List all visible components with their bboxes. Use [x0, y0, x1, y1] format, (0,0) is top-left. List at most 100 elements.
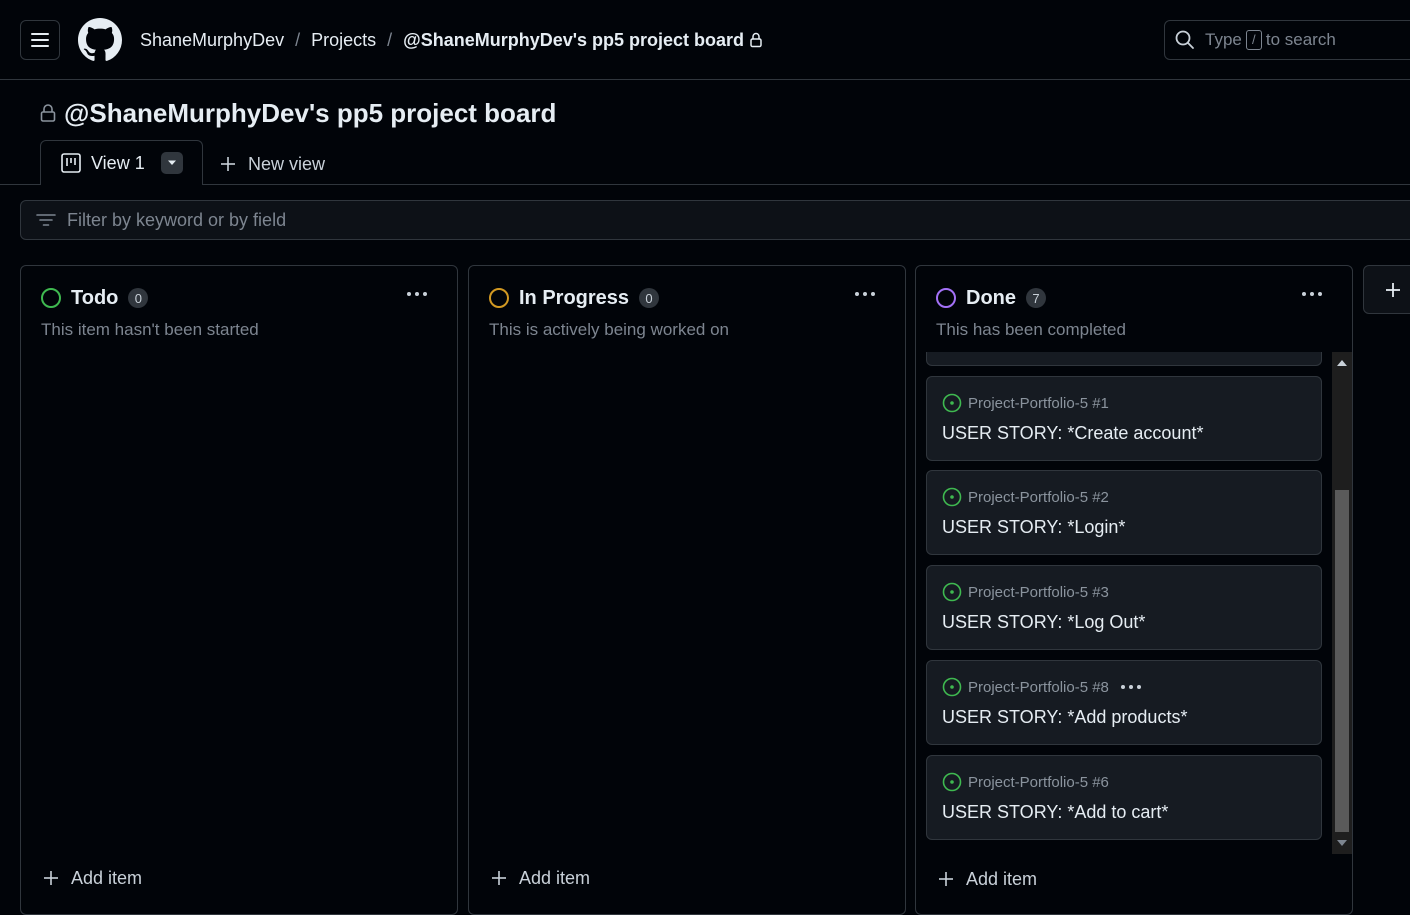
- card-title[interactable]: USER STORY: *Log Out*: [942, 612, 1145, 633]
- lock-icon: [40, 103, 56, 123]
- add-column-button[interactable]: [1363, 265, 1410, 314]
- kebab-dot: [855, 292, 859, 296]
- column-description: This is actively being worked on: [489, 320, 730, 339]
- column-done: Done 7 This has been completed Project-P…: [915, 265, 1353, 915]
- issue-card[interactable]: Project-Portfolio-5 #2 USER STORY: *Logi…: [926, 470, 1322, 555]
- status-circle-icon: [936, 288, 956, 308]
- issue-opened-icon: [942, 772, 962, 792]
- search-placeholder-prefix: Type: [1205, 30, 1242, 49]
- column-menu-button[interactable]: [1302, 292, 1322, 296]
- kebab-dot: [1310, 292, 1314, 296]
- column-description: This has been completed: [936, 320, 1126, 339]
- add-item-label: Add item: [966, 868, 1038, 889]
- issue-card[interactable]: Project-Portfolio-5 #6 USER STORY: *Add …: [926, 755, 1322, 840]
- column-menu-button[interactable]: [407, 292, 427, 296]
- column-title: Todo: [71, 286, 119, 309]
- breadcrumb-current-project[interactable]: @ShaneMurphyDev's pp5 project board: [403, 30, 744, 51]
- add-item-button[interactable]: Add item: [43, 866, 142, 890]
- kebab-dot: [863, 292, 867, 296]
- search-icon: [1175, 30, 1194, 49]
- top-navigation-bar: ShaneMurphyDev / Projects / @ShaneMurphy…: [0, 0, 1410, 80]
- card-meta: Project-Portfolio-5 #2: [942, 486, 1109, 508]
- board-view-icon: [61, 153, 81, 173]
- card-repo-ref[interactable]: Project-Portfolio-5 #6: [968, 774, 1109, 791]
- filter-placeholder: Filter by keyword or by field: [67, 209, 287, 230]
- filter-input[interactable]: Filter by keyword or by field: [20, 200, 1410, 240]
- lock-icon: [750, 32, 762, 48]
- card-meta: Project-Portfolio-5 #6: [942, 771, 1109, 793]
- kebab-dot: [1318, 292, 1322, 296]
- kebab-dot: [423, 292, 427, 296]
- issue-card[interactable]: Project-Portfolio-5 #3 USER STORY: *Log …: [926, 565, 1322, 650]
- triangle-down-icon: [168, 160, 176, 165]
- breadcrumb-projects[interactable]: Projects: [311, 30, 376, 51]
- item-count-badge: 0: [128, 288, 149, 308]
- add-item-button[interactable]: Add item: [491, 866, 590, 890]
- plus-icon: [221, 157, 235, 171]
- search-placeholder-suffix: to search: [1265, 30, 1336, 49]
- breadcrumb: ShaneMurphyDev / Projects / @ShaneMurphy…: [140, 28, 762, 52]
- scroll-down-arrow-icon[interactable]: [1337, 840, 1347, 846]
- issue-card[interactable]: Project-Portfolio-5 #1 USER STORY: *Crea…: [926, 376, 1322, 461]
- kebab-dot: [415, 292, 419, 296]
- page-title: @ShaneMurphyDev's pp5 project board: [40, 96, 556, 130]
- status-circle-icon: [489, 288, 509, 308]
- card-title[interactable]: USER STORY: *Login*: [942, 517, 1125, 538]
- card-list[interactable]: Project-Portfolio-5 #1 USER STORY: *Crea…: [926, 352, 1322, 842]
- scrollbar-thumb[interactable]: [1335, 490, 1349, 832]
- item-count-badge: 7: [1026, 288, 1046, 308]
- column-header: In Progress 0: [489, 286, 660, 310]
- column-in-progress: In Progress 0 This is actively being wor…: [468, 265, 906, 915]
- column-description: This item hasn't been started: [41, 320, 259, 339]
- plus-icon: [939, 872, 953, 886]
- card-repo-ref[interactable]: Project-Portfolio-5 #1: [968, 395, 1109, 412]
- breadcrumb-owner[interactable]: ShaneMurphyDev: [140, 30, 284, 51]
- column-menu-button[interactable]: [855, 292, 875, 296]
- card-meta: Project-Portfolio-5 #3: [942, 581, 1109, 603]
- kebab-dot: [1128, 685, 1133, 689]
- card-title[interactable]: USER STORY: *Create account*: [942, 423, 1203, 444]
- issue-opened-icon: [942, 677, 962, 697]
- kebab-dot: [1302, 292, 1306, 296]
- plus-icon: [492, 871, 506, 885]
- view-options-button[interactable]: [161, 152, 183, 174]
- column-header: Todo 0: [41, 286, 149, 310]
- kebab-dot: [407, 292, 411, 296]
- column-header: Done 7: [936, 286, 1046, 310]
- kebab-dot: [1120, 685, 1125, 689]
- add-item-button[interactable]: Add item: [938, 867, 1037, 891]
- column-title: In Progress: [519, 286, 630, 309]
- item-count-badge: 0: [639, 288, 660, 308]
- breadcrumb-separator: /: [387, 29, 393, 50]
- tabs-divider: [0, 184, 1410, 185]
- issue-card[interactable]: Project-Portfolio-5 #8 USER STORY: *Add …: [926, 660, 1322, 745]
- issue-opened-icon: [942, 582, 962, 602]
- column-todo: Todo 0 This item hasn't been started Add…: [20, 265, 458, 915]
- project-title-text: @ShaneMurphyDev's pp5 project board: [64, 97, 557, 128]
- card-repo-ref[interactable]: Project-Portfolio-5 #3: [968, 584, 1109, 601]
- tab-view-1[interactable]: View 1: [40, 140, 203, 185]
- card-meta: Project-Portfolio-5 #1: [942, 392, 1109, 414]
- scroll-up-arrow-icon[interactable]: [1337, 360, 1347, 366]
- new-view-label: New view: [248, 153, 326, 174]
- tab-label: View 1: [91, 152, 145, 173]
- card-list-scrollbar[interactable]: [1332, 352, 1352, 854]
- github-logo[interactable]: [78, 18, 122, 62]
- menu-button[interactable]: [20, 20, 60, 60]
- search-input[interactable]: Type / to search: [1164, 20, 1410, 60]
- search-shortcut-key: /: [1245, 30, 1262, 50]
- card-title[interactable]: USER STORY: *Add to cart*: [942, 802, 1168, 823]
- card-repo-ref[interactable]: Project-Portfolio-5 #8: [968, 679, 1109, 696]
- card-repo-ref[interactable]: Project-Portfolio-5 #2: [968, 489, 1109, 506]
- issue-opened-icon: [942, 393, 962, 413]
- plus-icon: [44, 871, 58, 885]
- filter-icon: [36, 214, 56, 226]
- card-menu-button[interactable]: [1120, 685, 1141, 689]
- new-view-button[interactable]: New view: [220, 150, 325, 178]
- breadcrumb-separator: /: [295, 29, 301, 50]
- add-item-label: Add item: [71, 867, 143, 888]
- status-circle-icon: [41, 288, 61, 308]
- card-title[interactable]: USER STORY: *Add products*: [942, 707, 1187, 728]
- card-partial[interactable]: [926, 352, 1322, 366]
- kebab-dot: [871, 292, 875, 296]
